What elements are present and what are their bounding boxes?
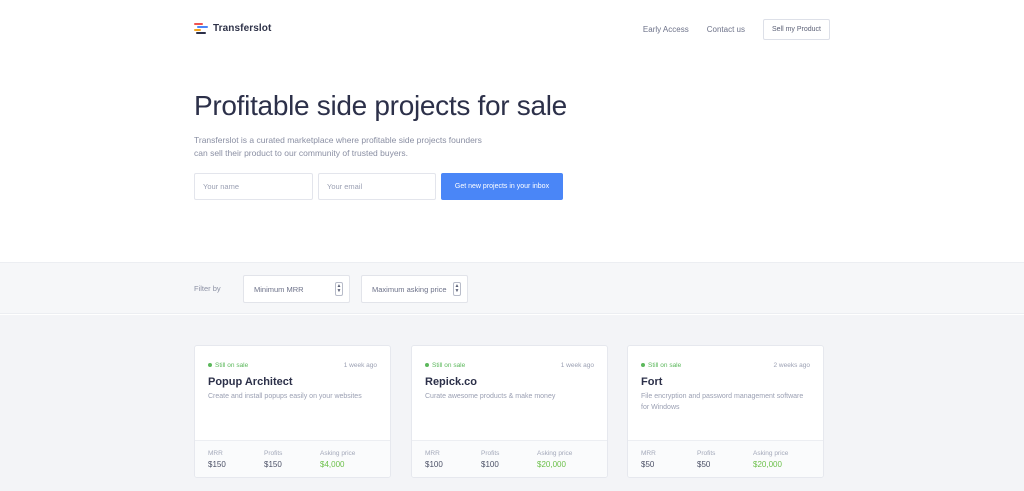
listing-description: Curate awesome products & make money	[425, 393, 556, 400]
stat-label: MRR	[208, 450, 223, 457]
card-meta: Still on sale 1 week ago	[425, 360, 594, 370]
status-text: Still on sale	[432, 361, 466, 369]
stat-mrr: MRR $150	[208, 450, 264, 477]
stat-label: Profits	[481, 450, 500, 457]
stat-label: Profits	[697, 450, 716, 457]
name-input[interactable]: Your name	[194, 173, 313, 200]
stat-asking-price: Asking price $20,000	[753, 450, 809, 477]
card-meta: Still on sale 2 weeks ago	[641, 360, 810, 370]
card-stats: MRR $100 Profits $100 Asking price $20,000	[412, 440, 607, 477]
stat-label: MRR	[641, 450, 656, 457]
stat-label: Profits	[264, 450, 283, 457]
logo-icon	[194, 21, 208, 35]
stat-value: $150	[264, 460, 282, 469]
listing-title: Fort	[641, 376, 663, 388]
listing-age: 1 week ago	[343, 361, 377, 369]
stat-asking-price: Asking price $4,000	[320, 450, 376, 477]
stat-value: $150	[208, 460, 226, 469]
card-stats: MRR $50 Profits $50 Asking price $20,000	[628, 440, 823, 477]
page-title: Profitable side projects for sale	[194, 90, 567, 121]
nav-contact-us[interactable]: Contact us	[707, 25, 745, 34]
email-input[interactable]: Your email	[318, 173, 436, 200]
stat-mrr: MRR $50	[641, 450, 697, 477]
max-price-input[interactable]: Maximum asking price ▲ ▼	[361, 275, 468, 303]
brand-logo[interactable]: Transferslot	[194, 21, 271, 35]
stat-value: $50	[641, 460, 655, 469]
stepper-down-icon[interactable]: ▼	[455, 289, 460, 294]
nav-early-access[interactable]: Early Access	[643, 25, 689, 34]
stat-value: $20,000	[537, 460, 566, 469]
card-meta: Still on sale 1 week ago	[208, 360, 377, 370]
status-dot-icon	[425, 363, 429, 367]
stat-label: Asking price	[537, 450, 573, 457]
stat-profits: Profits $50	[697, 450, 753, 477]
stat-profits: Profits $150	[264, 450, 320, 477]
brand-name: Transferslot	[213, 22, 272, 34]
site-header: Transferslot Early Access Contact us Sel…	[0, 0, 1024, 58]
stat-value: $20,000	[753, 460, 782, 469]
top-nav: Early Access Contact us Sell my Product	[643, 19, 830, 40]
listing-title: Popup Architect	[208, 376, 293, 388]
card-stats: MRR $150 Profits $150 Asking price $4,000	[195, 440, 390, 477]
sell-my-product-button[interactable]: Sell my Product	[762, 19, 830, 40]
max-price-stepper[interactable]: ▲ ▼	[453, 282, 461, 296]
status-badge: Still on sale	[425, 362, 465, 369]
listing-age: 1 week ago	[560, 361, 594, 369]
stat-value: $50	[697, 460, 711, 469]
listing-title: Repick.co	[425, 376, 477, 388]
stat-label: Asking price	[753, 450, 789, 457]
status-text: Still on sale	[648, 361, 682, 369]
subscribe-form: Your name Your email Get new projects in…	[194, 173, 563, 200]
min-mrr-input[interactable]: Minimum MRR ▲ ▼	[243, 275, 350, 303]
status-badge: Still on sale	[208, 362, 248, 369]
card-header: Still on sale 1 week ago Repick.co Curat…	[412, 346, 607, 440]
listing-card[interactable]: Still on sale 2 weeks ago Fort File encr…	[627, 345, 824, 478]
listing-age: 2 weeks ago	[773, 361, 811, 369]
stat-value: $100	[481, 460, 499, 469]
min-mrr-stepper[interactable]: ▲ ▼	[335, 282, 343, 296]
min-mrr-placeholder: Minimum MRR	[254, 284, 304, 294]
stepper-down-icon[interactable]: ▼	[337, 289, 342, 294]
status-text: Still on sale	[215, 361, 249, 369]
filter-bar: Filter by Minimum MRR ▲ ▼ Maximum asking …	[0, 262, 1024, 314]
stat-mrr: MRR $100	[425, 450, 481, 477]
status-dot-icon	[208, 363, 212, 367]
stat-profits: Profits $100	[481, 450, 537, 477]
stat-value: $4,000	[320, 460, 345, 469]
listing-description: File encryption and password management …	[641, 393, 804, 411]
subscribe-button[interactable]: Get new projects in your inbox	[441, 173, 563, 200]
listing-description: Create and install popups easily on your…	[208, 393, 362, 400]
card-header: Still on sale 2 weeks ago Fort File encr…	[628, 346, 823, 440]
stat-label: Asking price	[320, 450, 356, 457]
status-dot-icon	[641, 363, 645, 367]
filter-label: Filter by	[194, 284, 221, 293]
max-price-placeholder: Maximum asking price	[372, 284, 447, 294]
hero-description: Transferslot is a curated marketplace wh…	[194, 135, 482, 158]
stat-asking-price: Asking price $20,000	[537, 450, 593, 477]
listing-card[interactable]: Still on sale 1 week ago Repick.co Curat…	[411, 345, 608, 478]
listing-card[interactable]: Still on sale 1 week ago Popup Architect…	[194, 345, 391, 478]
card-header: Still on sale 1 week ago Popup Architect…	[195, 346, 390, 440]
stat-value: $100	[425, 460, 443, 469]
status-badge: Still on sale	[641, 362, 681, 369]
stat-label: MRR	[425, 450, 440, 457]
